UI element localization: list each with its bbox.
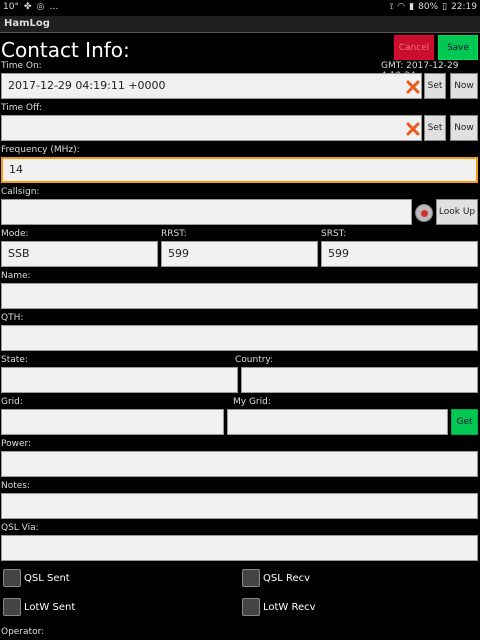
signal-icon: ⟟ [389, 2, 394, 12]
clear-time-on-icon[interactable] [406, 80, 420, 94]
wifi-icon: ◠ [397, 2, 406, 12]
qsl-sent-label: QSL Sent [24, 573, 70, 584]
frequency-input[interactable]: 14 [1, 157, 478, 183]
state-label: State: [1, 355, 28, 365]
srst-label: SRST: [321, 229, 347, 239]
app-title-bar: HamLog [0, 16, 480, 33]
qsl-via-input[interactable] [1, 535, 478, 561]
time-off-set-button[interactable]: Set [424, 115, 446, 141]
srst-input[interactable]: 599 [321, 241, 478, 267]
callsign-label: Callsign: [1, 187, 40, 197]
mode-input[interactable]: SSB [1, 241, 158, 267]
status-clock: 22:19 [451, 2, 477, 12]
power-input[interactable] [1, 451, 478, 477]
qsl-via-label: QSL Via: [1, 523, 39, 533]
save-button[interactable]: Save [438, 35, 478, 60]
qsl-sent-checkbox[interactable] [3, 569, 21, 587]
time-off-label: Time Off: [1, 103, 43, 113]
lotw-sent-label: LotW Sent [24, 602, 76, 613]
qsl-recv-checkbox[interactable] [242, 569, 260, 587]
record-icon[interactable] [415, 204, 433, 222]
instagram-icon: ◎ [36, 2, 45, 12]
grid-input[interactable] [1, 409, 224, 435]
more-icon: … [49, 2, 59, 12]
get-grid-button[interactable]: Get [451, 409, 478, 435]
status-time-left: 10° [3, 2, 19, 12]
wind-icon: ✤ [23, 2, 32, 12]
lookup-button[interactable]: Look Up [436, 199, 478, 225]
country-input[interactable] [241, 367, 478, 393]
mode-label: Mode: [1, 229, 29, 239]
notes-input[interactable] [1, 493, 478, 519]
notes-label: Notes: [1, 481, 31, 491]
my-grid-input[interactable] [227, 409, 448, 435]
lotw-sent-checkbox[interactable] [3, 598, 21, 616]
battery-bar-icon: ▯ [442, 2, 448, 12]
time-on-set-button[interactable]: Set [424, 73, 446, 99]
qth-label: QTH: [1, 313, 24, 323]
status-bar: 10° ✤ ◎ … ⟟ ◠ ▮ 80% ▯ 22:19 [0, 0, 480, 16]
state-input[interactable] [1, 367, 238, 393]
battery-level: 80% [418, 2, 439, 12]
callsign-input[interactable] [1, 199, 412, 225]
lotw-recv-checkbox[interactable] [242, 598, 260, 616]
rrst-label: RRST: [161, 229, 187, 239]
page-title: Contact Info: [1, 38, 130, 62]
time-off-input[interactable] [1, 115, 422, 141]
app-title: HamLog [4, 18, 50, 29]
time-on-input[interactable]: 2017-12-29 04:19:11 +0000 [1, 73, 422, 99]
cancel-button[interactable]: Cancel [394, 35, 434, 60]
qsl-recv-label: QSL Recv [263, 573, 311, 584]
frequency-label: Frequency (MHz): [1, 145, 80, 155]
name-label: Name: [1, 271, 31, 281]
country-label: Country: [235, 355, 274, 365]
name-input[interactable] [1, 283, 478, 309]
qth-input[interactable] [1, 325, 478, 351]
lotw-recv-label: LotW Recv [263, 602, 316, 613]
time-on-label: Time On: [1, 61, 42, 71]
battery-icon: ▮ [409, 2, 415, 12]
operator-label: Operator: [1, 627, 45, 637]
clear-time-off-icon[interactable] [406, 122, 420, 136]
rrst-input[interactable]: 599 [161, 241, 318, 267]
time-off-now-button[interactable]: Now [450, 115, 478, 141]
my-grid-label: My Grid: [233, 397, 271, 407]
grid-label: Grid: [1, 397, 23, 407]
power-label: Power: [1, 439, 32, 449]
time-on-now-button[interactable]: Now [450, 73, 478, 99]
